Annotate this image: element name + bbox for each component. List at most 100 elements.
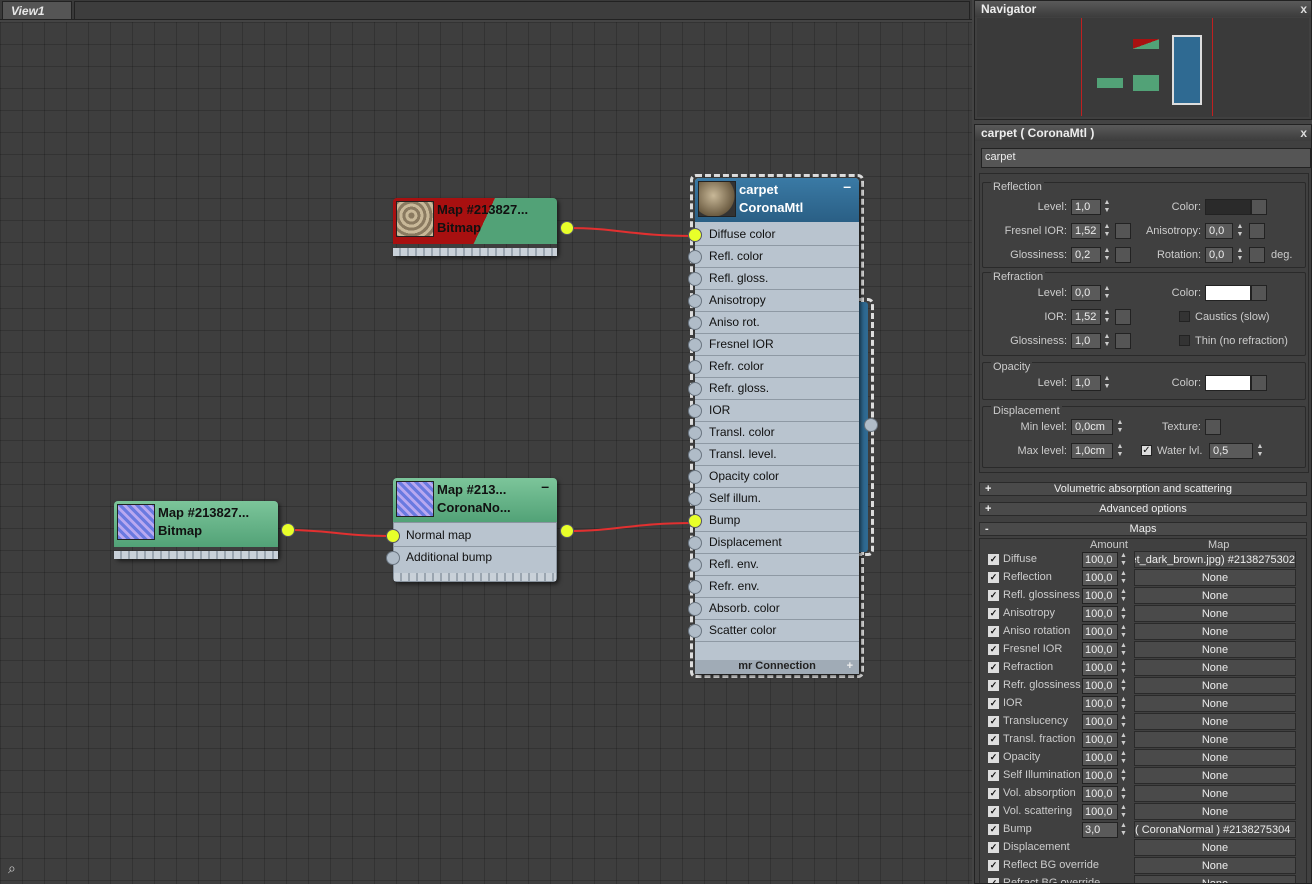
thin-checkbox[interactable] xyxy=(1179,335,1190,346)
slot-scatter-color[interactable]: Scatter color xyxy=(695,620,859,642)
mr-connection-footer[interactable]: mr Connection + xyxy=(695,660,859,674)
water-level-checkbox[interactable]: ✓ xyxy=(1141,445,1152,456)
input-socket[interactable] xyxy=(688,514,702,528)
ior-spinner[interactable]: 1,52 xyxy=(1071,309,1101,325)
plus-icon[interactable]: + xyxy=(847,660,853,672)
spinner-arrows[interactable]: ▲ ▼ xyxy=(1255,443,1265,459)
map-amount-spinner[interactable]: 100,0 xyxy=(1082,552,1118,568)
slot-opacity-color[interactable]: Opacity color xyxy=(695,466,859,488)
slot-anisotropy[interactable]: Anisotropy xyxy=(695,290,859,312)
spinner-arrows[interactable]: ▲ ▼ xyxy=(1120,588,1128,604)
slot-fresnel-ior[interactable]: Fresnel IOR xyxy=(695,334,859,356)
refl-gloss-spinner[interactable]: 0,2 xyxy=(1071,247,1101,263)
slot-transl-level[interactable]: Transl. level. xyxy=(695,444,859,466)
slot-refr-color[interactable]: Refr. color xyxy=(695,356,859,378)
map-button[interactable]: None xyxy=(1134,569,1296,586)
map-enable-checkbox[interactable]: ✓ xyxy=(988,716,999,727)
map-enable-checkbox[interactable]: ✓ xyxy=(988,644,999,655)
map-enable-checkbox[interactable]: ✓ xyxy=(988,860,999,871)
binoculars-icon[interactable]: ⌕ xyxy=(8,860,16,877)
map-button[interactable] xyxy=(1251,199,1267,215)
material-output-socket[interactable] xyxy=(864,418,878,432)
map-button[interactable]: None xyxy=(1134,677,1296,694)
spinner-arrows[interactable]: ▲ ▼ xyxy=(1102,285,1112,301)
slot-diffuse-color[interactable]: Diffuse color xyxy=(695,224,859,246)
input-socket[interactable] xyxy=(688,316,702,330)
map-amount-spinner[interactable]: 3,0 xyxy=(1082,822,1118,838)
corona-normal-node[interactable]: Map #213... CoronaNo... – Normal map Add… xyxy=(386,478,574,582)
map-button[interactable]: None xyxy=(1134,803,1296,820)
opacity-color-swatch[interactable] xyxy=(1205,375,1251,391)
slot-aniso-rot[interactable]: Aniso rot. xyxy=(695,312,859,334)
map-button[interactable]: None xyxy=(1134,875,1296,883)
bitmap-node-diffuse[interactable]: Map #213827... Bitmap xyxy=(393,198,574,256)
map-enable-checkbox[interactable]: ✓ xyxy=(988,680,999,691)
node-header[interactable]: Map #213... CoronaNo... – xyxy=(393,478,557,522)
spinner-arrows[interactable]: ▲ ▼ xyxy=(1235,247,1245,263)
map-button[interactable] xyxy=(1249,247,1265,263)
map-button[interactable]: None xyxy=(1134,857,1296,874)
spinner-arrows[interactable]: ▲ ▼ xyxy=(1120,696,1128,712)
input-socket[interactable] xyxy=(688,404,702,418)
slot-refl-color[interactable]: Refl. color xyxy=(695,246,859,268)
rollout-volumetric[interactable]: + Volumetric absorption and scattering xyxy=(979,482,1307,496)
map-button[interactable] xyxy=(1251,285,1267,301)
map-button[interactable]: #2138275302 (carpet_dark_brown.jpg) xyxy=(1134,551,1296,568)
min-level-spinner[interactable]: 0,0cm xyxy=(1071,419,1113,435)
opacity-level-spinner[interactable]: 1,0 xyxy=(1071,375,1101,391)
node-header[interactable]: carpet CoronaMtl – xyxy=(695,178,859,222)
slot-refr-env[interactable]: Refr. env. xyxy=(695,576,859,598)
spinner-arrows[interactable]: ▲ ▼ xyxy=(1120,750,1128,766)
node-header[interactable]: Map #213827... Bitmap xyxy=(393,198,557,244)
spinner-arrows[interactable]: ▲ ▼ xyxy=(1102,247,1112,263)
input-socket[interactable] xyxy=(688,294,702,308)
map-amount-spinner[interactable]: 100,0 xyxy=(1082,660,1118,676)
input-socket[interactable] xyxy=(688,448,702,462)
anisotropy-spinner[interactable]: 0,0 xyxy=(1205,223,1233,239)
refr-color-swatch[interactable] xyxy=(1205,285,1251,301)
spinner-arrows[interactable]: ▲ ▼ xyxy=(1120,552,1128,568)
slot-displacement[interactable]: Displacement xyxy=(695,532,859,554)
map-amount-spinner[interactable]: 100,0 xyxy=(1082,768,1118,784)
map-amount-spinner[interactable]: 100,0 xyxy=(1082,732,1118,748)
spinner-arrows[interactable]: ▲ ▼ xyxy=(1120,660,1128,676)
caustics-checkbox[interactable] xyxy=(1179,311,1190,322)
slot-normal-map[interactable]: Normal map xyxy=(394,525,556,547)
input-socket[interactable] xyxy=(688,250,702,264)
rollout-advanced[interactable]: + Advanced options xyxy=(979,502,1307,516)
output-socket[interactable] xyxy=(281,523,295,537)
slot-additional-bump[interactable]: Additional bump xyxy=(394,547,556,569)
map-button[interactable]: None xyxy=(1134,641,1296,658)
spinner-arrows[interactable]: ▲ ▼ xyxy=(1115,419,1125,435)
map-amount-spinner[interactable]: 100,0 xyxy=(1082,624,1118,640)
spinner-arrows[interactable]: ▲ ▼ xyxy=(1102,309,1112,325)
rollout-maps[interactable]: - Maps xyxy=(979,522,1307,536)
input-socket[interactable] xyxy=(688,360,702,374)
map-button[interactable] xyxy=(1251,375,1267,391)
input-socket-bump[interactable] xyxy=(386,551,400,565)
map-button[interactable]: None xyxy=(1134,587,1296,604)
map-amount-spinner[interactable]: 100,0 xyxy=(1082,588,1118,604)
map-enable-checkbox[interactable]: ✓ xyxy=(988,878,999,883)
map-enable-checkbox[interactable]: ✓ xyxy=(988,806,999,817)
input-socket[interactable] xyxy=(688,558,702,572)
map-amount-spinner[interactable]: 100,0 xyxy=(1082,750,1118,766)
map-amount-spinner[interactable]: 100,0 xyxy=(1082,714,1118,730)
node-header[interactable]: Map #213827... Bitmap xyxy=(114,501,278,547)
spinner-arrows[interactable]: ▲ ▼ xyxy=(1120,822,1128,838)
close-icon[interactable]: x xyxy=(1300,2,1307,16)
map-enable-checkbox[interactable]: ✓ xyxy=(988,770,999,781)
navigator-view[interactable] xyxy=(977,18,1309,117)
texture-map-button[interactable] xyxy=(1205,419,1221,435)
spinner-arrows[interactable]: ▲ ▼ xyxy=(1120,714,1128,730)
input-socket[interactable] xyxy=(688,272,702,286)
slot-absorb-color[interactable]: Absorb. color xyxy=(695,598,859,620)
input-socket[interactable] xyxy=(688,580,702,594)
spinner-arrows[interactable]: ▲ ▼ xyxy=(1120,732,1128,748)
refl-color-swatch[interactable] xyxy=(1205,199,1251,215)
map-amount-spinner[interactable]: 100,0 xyxy=(1082,696,1118,712)
input-socket[interactable] xyxy=(688,382,702,396)
map-button[interactable]: None xyxy=(1134,623,1296,640)
spinner-arrows[interactable]: ▲ ▼ xyxy=(1120,624,1128,640)
spinner-arrows[interactable]: ▲ ▼ xyxy=(1120,642,1128,658)
